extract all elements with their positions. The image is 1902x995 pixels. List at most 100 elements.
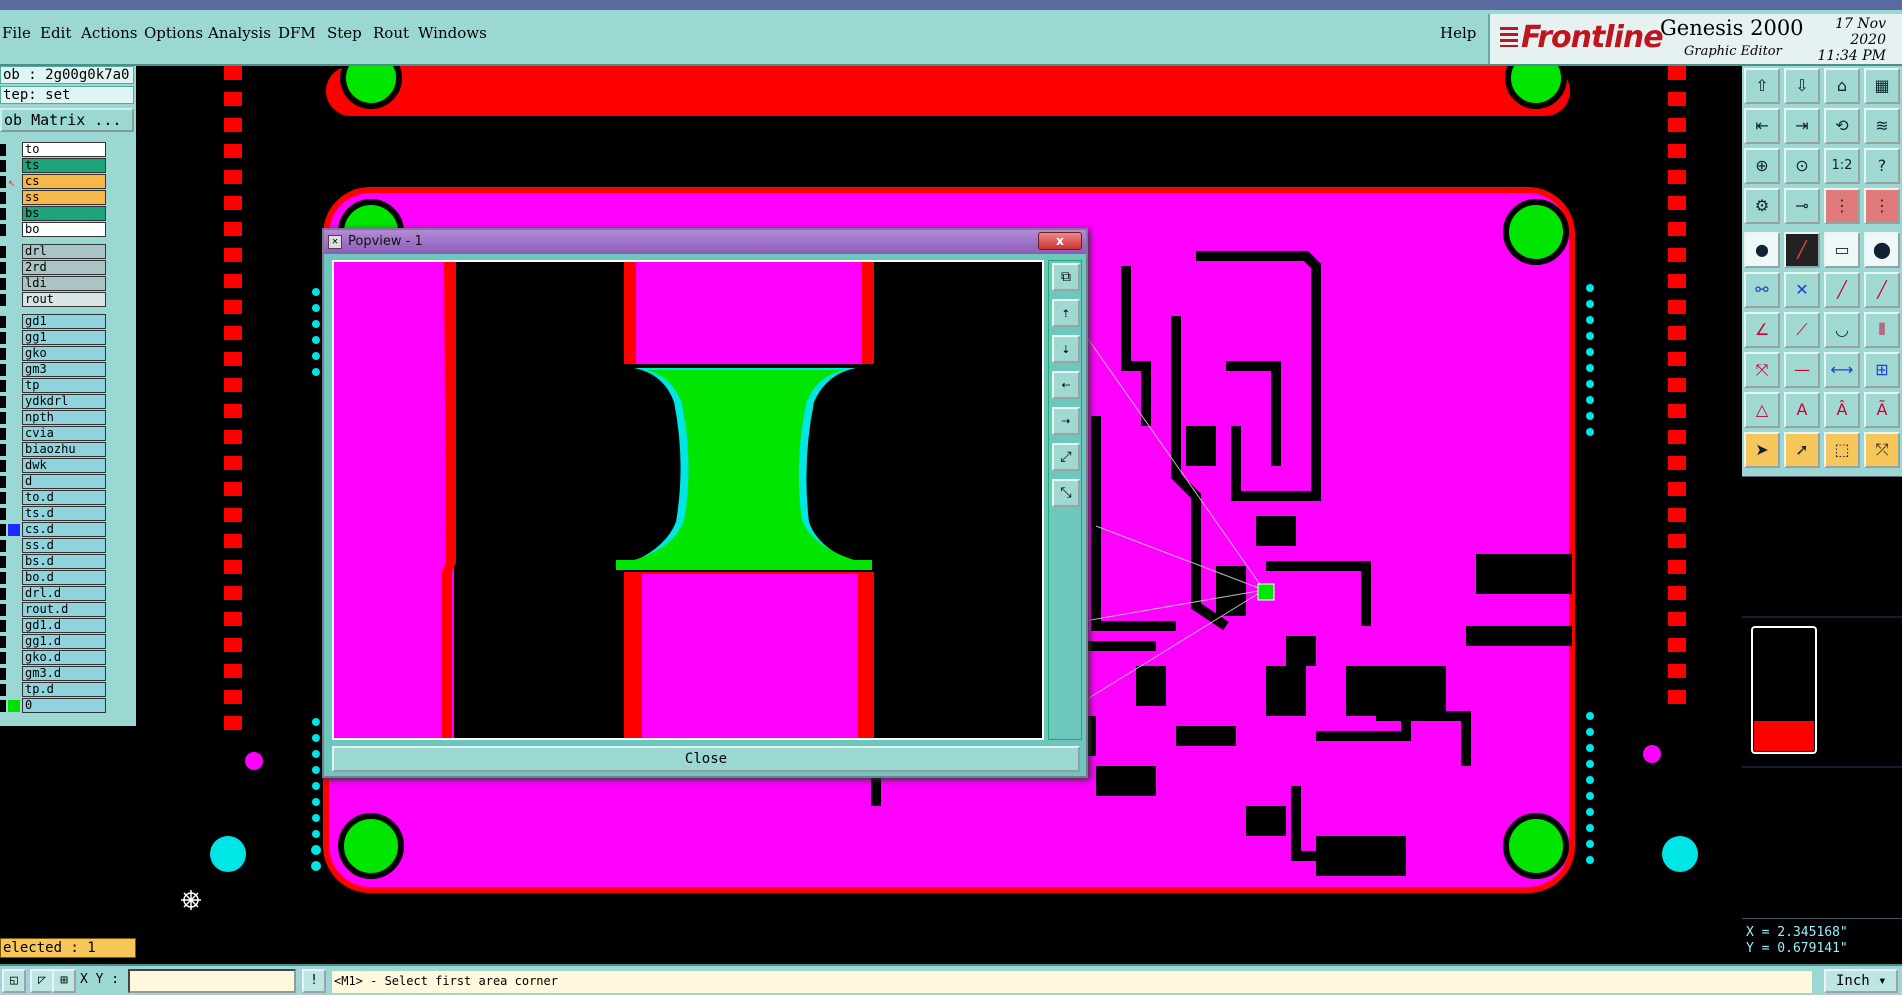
layer-checkbox[interactable]: [0, 224, 6, 236]
pan-left-icon[interactable]: ⇠: [1052, 371, 1080, 399]
layer-row[interactable]: gko.d: [0, 650, 108, 666]
menu-edit[interactable]: Edit: [40, 24, 71, 42]
layer-checkbox[interactable]: [0, 636, 6, 648]
layer-row[interactable]: ts.d: [0, 506, 108, 522]
layer-name[interactable]: tp.d: [22, 682, 106, 697]
layer-row[interactable]: gd1: [0, 314, 108, 330]
move-icon[interactable]: ⤧: [1744, 352, 1780, 388]
mirror-icon[interactable]: ⫴: [1864, 312, 1900, 348]
select-add-icon[interactable]: ➚: [1784, 432, 1820, 468]
layer-row[interactable]: npth: [0, 410, 108, 426]
layer-checkbox[interactable]: [0, 476, 6, 488]
zoom-in-icon[interactable]: ⤢: [1052, 443, 1080, 471]
layer-name[interactable]: cs.d: [22, 522, 106, 537]
layer-checkbox[interactable]: [0, 348, 6, 360]
layer-row[interactable]: to.d: [0, 490, 108, 506]
layer-row[interactable]: cs.d: [0, 522, 108, 538]
layer-name[interactable]: to.d: [22, 490, 106, 505]
layer-checkbox[interactable]: [0, 246, 6, 258]
layer-row[interactable]: 0: [0, 698, 108, 714]
connect-icon[interactable]: ⚯: [1744, 272, 1780, 308]
layer-name[interactable]: gg1.d: [22, 634, 106, 649]
layer-name[interactable]: ldi: [22, 276, 106, 291]
window-close-button[interactable]: x: [1038, 232, 1082, 250]
layer-checkbox[interactable]: [0, 460, 6, 472]
snap-icon[interactable]: ⚙: [1744, 188, 1780, 224]
layer-name[interactable]: tp: [22, 378, 106, 393]
layer-row[interactable]: gg1.d: [0, 634, 108, 650]
layer-name[interactable]: gm3: [22, 362, 106, 377]
layer-name[interactable]: cvia: [22, 426, 106, 441]
menu-windows[interactable]: Windows: [418, 24, 487, 42]
text-edit-icon[interactable]: Ã: [1864, 392, 1900, 428]
layer-checkbox[interactable]: [0, 700, 6, 712]
layer-checkbox[interactable]: [0, 668, 6, 680]
grid-icon[interactable]: ⊞: [1864, 352, 1900, 388]
layer-row[interactable]: biaozhu: [0, 442, 108, 458]
layer-toggle-icon[interactable]: ⋮: [1864, 188, 1900, 224]
layer-checkbox[interactable]: [0, 428, 6, 440]
layer-name[interactable]: bs.d: [22, 554, 106, 569]
xy-input[interactable]: [128, 969, 296, 993]
popview-artwork[interactable]: [334, 262, 1042, 738]
pan-right-icon[interactable]: ⇢: [1052, 407, 1080, 435]
layer-row[interactable]: 2rd: [0, 260, 108, 276]
zoom-center-icon[interactable]: ⊙: [1784, 148, 1820, 184]
menu-step[interactable]: Step: [327, 24, 362, 42]
line-icon[interactable]: ╱: [1824, 272, 1860, 308]
layer-checkbox[interactable]: [0, 556, 6, 568]
popview-window[interactable]: ✕ Popview - 1 x ⧉ ⇡ ⇣ ⇠ ⇢ ⤢ ⤡ Close: [322, 228, 1088, 778]
layer-row[interactable]: to: [0, 142, 108, 158]
layer-name[interactable]: gd1: [22, 314, 106, 329]
zoom-fit-icon[interactable]: ⊕: [1744, 148, 1780, 184]
layer-checkbox[interactable]: [0, 160, 6, 172]
layer-checkbox[interactable]: [0, 316, 6, 328]
layer-checkbox[interactable]: [0, 684, 6, 696]
layer-name[interactable]: ts.d: [22, 506, 106, 521]
pan-left-icon[interactable]: ⇤: [1744, 108, 1780, 144]
layer-row[interactable]: gg1: [0, 330, 108, 346]
layer-name[interactable]: biaozhu: [22, 442, 106, 457]
layer-row[interactable]: ydkdrl: [0, 394, 108, 410]
menu-rout[interactable]: Rout: [373, 24, 409, 42]
layer-name[interactable]: rout: [22, 292, 106, 307]
layer-name[interactable]: gg1: [22, 330, 106, 345]
layer-row[interactable]: bs.d: [0, 554, 108, 570]
layer-checkbox[interactable]: [0, 192, 6, 204]
layer-name[interactable]: bs: [22, 206, 106, 221]
layer-row[interactable]: tp: [0, 378, 108, 394]
layer-name[interactable]: to: [22, 142, 106, 157]
layer-checkbox[interactable]: [0, 380, 6, 392]
menu-file[interactable]: File: [2, 24, 31, 42]
layer-row[interactable]: gko: [0, 346, 108, 362]
line-add-icon[interactable]: ╱: [1864, 272, 1900, 308]
layer-row[interactable]: cvia: [0, 426, 108, 442]
layer-row[interactable]: rout: [0, 292, 108, 308]
layer-name[interactable]: drl: [22, 244, 106, 259]
measure-icon[interactable]: ╱: [1784, 232, 1820, 268]
layer-row[interactable]: ss.d: [0, 538, 108, 554]
scale-icon[interactable]: 1:2: [1824, 148, 1860, 184]
text-arc-icon[interactable]: Â: [1824, 392, 1860, 428]
layer-checkbox[interactable]: [0, 524, 6, 536]
cross-icon[interactable]: ✕: [1784, 272, 1820, 308]
layer-row[interactable]: bo: [0, 222, 108, 238]
layer-row[interactable]: rout.d: [0, 602, 108, 618]
triangle-icon[interactable]: △: [1744, 392, 1780, 428]
grid-toggle-icon[interactable]: ⊞: [52, 969, 76, 993]
zoom-box-icon[interactable]: ◱: [2, 969, 26, 993]
layer-row[interactable]: drl: [0, 244, 108, 260]
info-icon[interactable]: !: [302, 969, 326, 993]
menu-options[interactable]: Options: [144, 24, 203, 42]
layer-checkbox[interactable]: [0, 604, 6, 616]
layer-row[interactable]: dwk: [0, 458, 108, 474]
stack-icon[interactable]: ≋: [1864, 108, 1900, 144]
layer-name[interactable]: gko.d: [22, 650, 106, 665]
job-matrix-button[interactable]: ob Matrix ...: [0, 108, 134, 132]
layer-name[interactable]: gm3.d: [22, 666, 106, 681]
layer-checkbox[interactable]: [0, 294, 6, 306]
overview-artwork[interactable]: [1742, 477, 1902, 919]
units-selector[interactable]: Inch ▾: [1824, 969, 1898, 993]
layer-row[interactable]: bs: [0, 206, 108, 222]
layer-name[interactable]: 2rd: [22, 260, 106, 275]
